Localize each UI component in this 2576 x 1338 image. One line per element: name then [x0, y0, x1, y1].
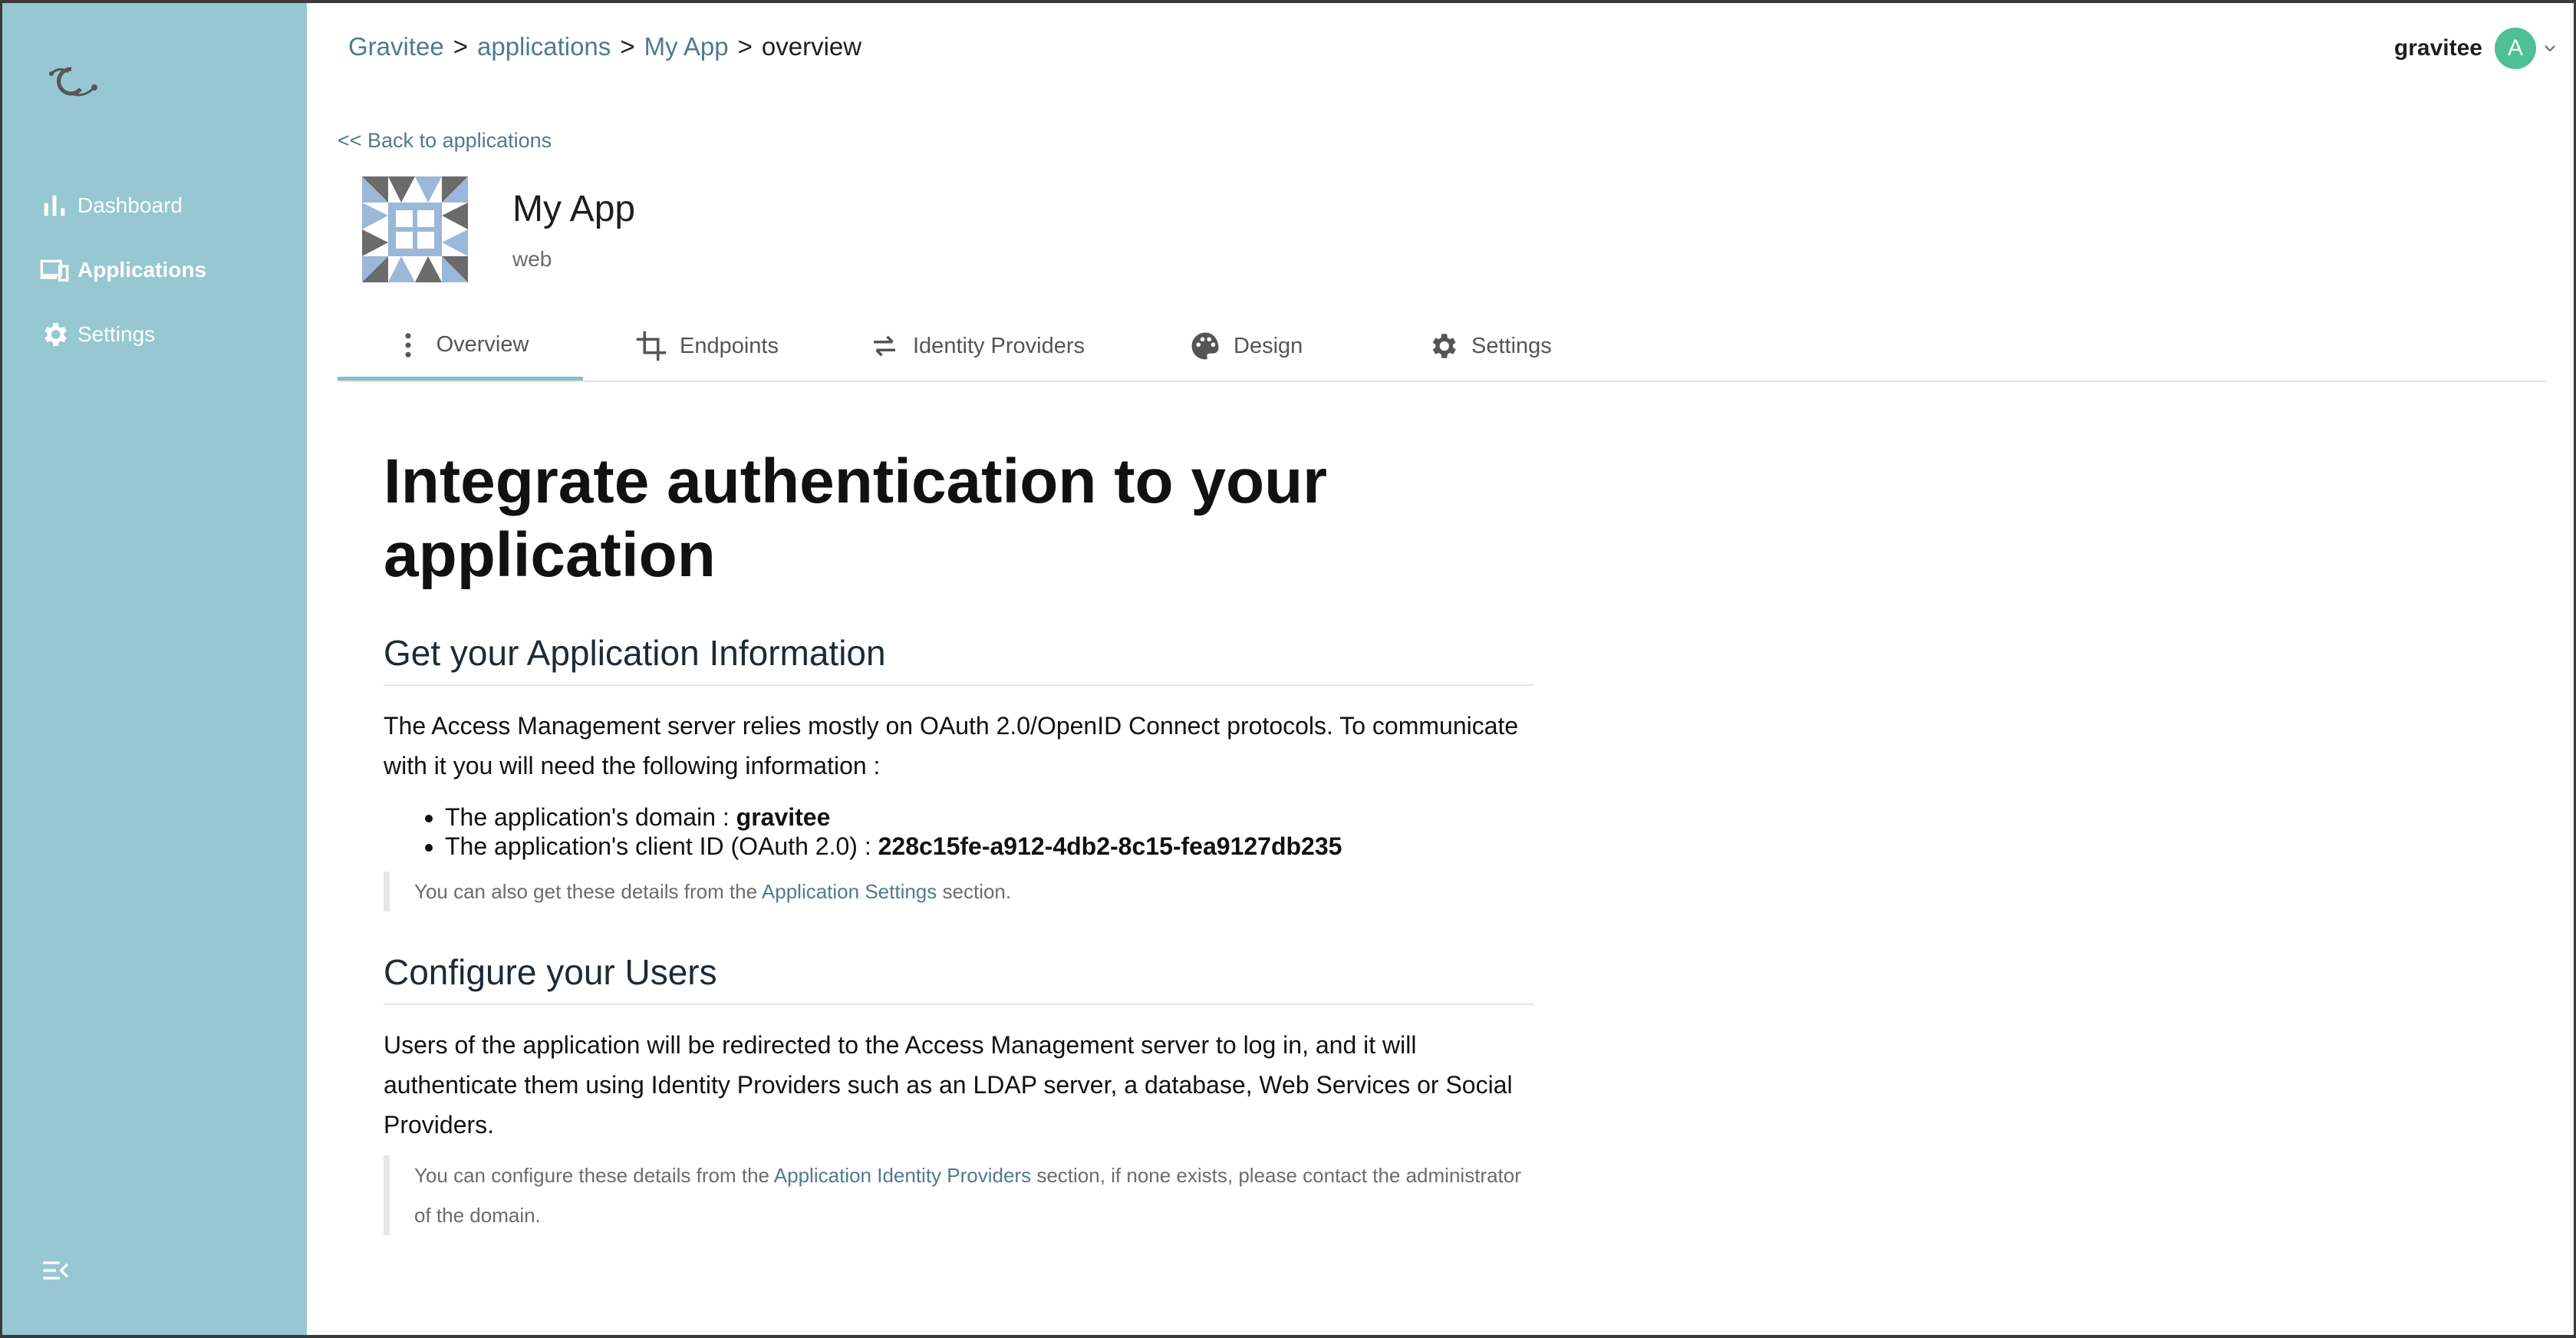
sidebar-item-label: Settings	[77, 322, 156, 346]
application-identity-providers-link[interactable]: Application Identity Providers	[774, 1164, 1031, 1187]
breadcrumb-separator: >	[453, 32, 468, 61]
sidebar-item-applications[interactable]: Applications	[39, 249, 206, 292]
app-tabs: Overview Endpoints Identity Providers De…	[338, 313, 2547, 382]
breadcrumb: Gravitee > applications > My App > overv…	[348, 32, 861, 61]
section-paragraph: Users of the application will be redirec…	[384, 1031, 1513, 1139]
note-text: section.	[937, 880, 1012, 903]
tab-label: Settings	[1471, 333, 1552, 358]
page-title: Integrate authentication to your applica…	[384, 447, 1328, 590]
note-text: You can also get these details from the	[414, 880, 762, 903]
user-name: gravitee	[2393, 35, 2482, 61]
info-note: You can also get these details from the …	[384, 872, 1534, 911]
list-item: The application's domain : gravitee	[445, 802, 1534, 832]
tab-settings[interactable]: Settings	[1427, 313, 1552, 379]
sidebar-item-label: Applications	[77, 258, 207, 282]
breadcrumb-current: overview	[761, 32, 862, 61]
menu-collapse-icon[interactable]	[39, 1255, 73, 1286]
breadcrumb-applications[interactable]: applications	[477, 32, 611, 61]
gear-icon	[44, 323, 67, 346]
tab-design[interactable]: Design	[1189, 313, 1303, 379]
tab-label: Design	[1234, 333, 1303, 358]
bar-chart-icon	[44, 195, 65, 216]
info-list: The application's domain : gravitee The …	[384, 802, 1534, 861]
breadcrumb-my-app[interactable]: My App	[644, 32, 729, 61]
avatar[interactable]: A	[2495, 28, 2536, 69]
back-to-applications-link[interactable]: << Back to applications	[338, 129, 552, 153]
app-avatar-icon	[362, 176, 468, 282]
devices-icon	[40, 259, 69, 282]
sidebar-item-settings[interactable]: Settings	[39, 313, 155, 356]
tab-label: Endpoints	[680, 333, 779, 358]
sidebar-item-label: Dashboard	[77, 193, 183, 217]
users-note: You can configure these details from the…	[384, 1155, 1534, 1235]
tab-label: Identity Providers	[913, 333, 1085, 358]
domain-value: gravitee	[736, 803, 831, 831]
section-paragraph: The Access Management server relies most…	[384, 712, 1519, 779]
user-menu[interactable]: gravitee A	[2394, 28, 2559, 69]
sidebar-item-dashboard[interactable]: Dashboard	[39, 184, 183, 227]
gear-icon	[1432, 334, 1456, 358]
chevron-down-icon[interactable]	[2541, 39, 2559, 58]
app-type: web	[512, 247, 552, 271]
overview-content: Integrate authentication to your applica…	[384, 445, 1534, 1235]
crop-icon	[636, 331, 667, 361]
breadcrumb-gravitee[interactable]: Gravitee	[348, 32, 444, 61]
tab-overview[interactable]: Overview	[338, 313, 583, 381]
domain-label: The application's domain :	[445, 803, 736, 831]
tab-endpoints[interactable]: Endpoints	[635, 313, 779, 379]
section-heading-application-info: Get your Application Information	[384, 632, 1534, 686]
more-vert-icon	[405, 332, 411, 358]
tab-label: Overview	[436, 332, 529, 357]
client-id-label: The application's client ID (OAuth 2.0) …	[445, 832, 878, 860]
breadcrumb-separator: >	[620, 32, 635, 61]
window-bottom-border	[0, 1335, 2576, 1338]
note-text: You can configure these details from the	[414, 1164, 774, 1187]
list-item: The application's client ID (OAuth 2.0) …	[445, 832, 1534, 861]
window-top-border	[0, 0, 2576, 3]
sidebar: Dashboard Applications Settings	[2, 3, 307, 1335]
application-settings-link[interactable]: Application Settings	[762, 880, 937, 903]
swap-horiz-icon	[874, 335, 895, 357]
palette-icon	[1191, 332, 1219, 360]
gravitee-logo-icon[interactable]	[41, 58, 102, 104]
breadcrumb-separator: >	[737, 32, 753, 61]
section-heading-configure-users: Configure your Users	[384, 951, 1534, 1005]
app-name: My App	[512, 189, 636, 229]
tab-identity-providers[interactable]: Identity Providers	[868, 313, 1085, 379]
client-id-value: 228c15fe-a912-4db2-8c15-fea9127db235	[878, 832, 1342, 860]
